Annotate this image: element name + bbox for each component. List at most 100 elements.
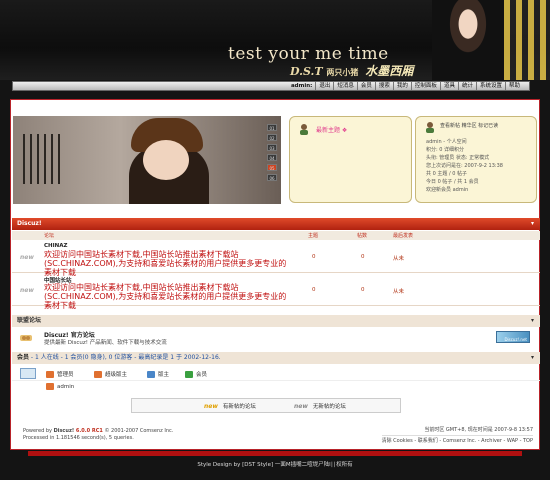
- slideshow-photo-face: [143, 140, 189, 180]
- online-legend: 管理员 超级版主 版主 会员: [12, 366, 540, 380]
- online-user-name[interactable]: admin: [57, 384, 74, 390]
- nav-item-control-panel[interactable]: 控制面板: [410, 82, 440, 90]
- admin-icon: [46, 383, 54, 390]
- user-quick-links[interactable]: 查看新帖 精华区 标记已读: [440, 122, 498, 129]
- user-info-line: 欢迎新会员 admin: [426, 187, 469, 193]
- legend-has-new: new 有新帖的论坛: [204, 402, 256, 411]
- col-forum: 论坛: [44, 233, 55, 239]
- legend-label: 超级版主: [105, 372, 128, 378]
- user-info-lines: admin - 个人空间 积分: 0 详细积分 头衔: 管理员 状态: 正常模式…: [426, 138, 503, 194]
- footer-links[interactable]: 清除 Cookies - 联系我们 - Comsenz Inc. - Archi…: [381, 435, 533, 446]
- nav-item-members[interactable]: 会员: [356, 82, 375, 90]
- slideshow-fence-decoration: [23, 134, 63, 184]
- collapse-icon[interactable]: ▾: [531, 352, 534, 364]
- forum-category-title: Discuz!: [17, 220, 42, 227]
- brand-subtitle: 两只小猪: [326, 67, 359, 77]
- online-title: 会员: [17, 354, 30, 361]
- brand-tagline: test your me time: [228, 44, 389, 64]
- user-info-line[interactable]: admin - 个人空间: [426, 138, 503, 146]
- copyright[interactable]: © 2001-2007 Comsenz Inc.: [103, 428, 173, 434]
- legend-admin: 管理员: [46, 370, 74, 378]
- nav-item-messages[interactable]: 短消息: [333, 82, 357, 90]
- online-header[interactable]: 会员 - 1 人在线 - 1 会员(0 隐身), 0 位游客 - 最高纪录是 1…: [12, 352, 540, 364]
- league-forums-header[interactable]: 联盟论坛 ▾: [12, 315, 540, 327]
- nav-username[interactable]: admin:: [288, 82, 315, 90]
- processed-info: Processed in 1.181546 second(s), 5 queri…: [23, 435, 134, 441]
- forum-last-post: 从未: [393, 289, 405, 295]
- collapse-icon[interactable]: ▾: [531, 218, 534, 230]
- user-avatar-icon: [426, 122, 434, 133]
- brand-name: D.S.T: [290, 65, 323, 78]
- user-info-line: 积分: 0 详细积分: [426, 147, 465, 153]
- league-forums-title: 联盟论坛: [17, 317, 42, 324]
- league-forum-row: Discuz! 官方论坛 提供最新 Discuz! 产品新闻、软件下载与技术交流…: [12, 328, 540, 348]
- legend-label: 管理员: [57, 372, 74, 378]
- forum-description: 欢迎访问中国站长素材下载,中国站长站推出素材下载站(SC.CHINAZ.COM)…: [44, 283, 287, 310]
- legend-mod: 版主: [147, 370, 169, 378]
- league-forum-description: 提供最新 Discuz! 产品新闻、软件下载与技术交流: [44, 340, 167, 346]
- forum-name[interactable]: CHINAZ: [44, 243, 68, 249]
- col-posts: 帖数: [357, 233, 368, 239]
- legend-label: 会员: [196, 372, 208, 378]
- forum-topic-count: 0: [312, 254, 316, 260]
- forum-row: new CHINAZ 欢迎访问中国站长素材下载,中国站长站推出素材下载站(SC.…: [12, 241, 540, 277]
- forum-category-header[interactable]: Discuz! ▾: [12, 218, 540, 230]
- forum-last-post: 从未: [393, 256, 405, 262]
- nav-item-stats[interactable]: 统计: [457, 82, 476, 90]
- slideshow-page-button[interactable]: 06: [267, 174, 277, 181]
- forum-post-count: 0: [361, 287, 365, 293]
- online-user[interactable]: admin: [46, 383, 74, 390]
- forum-status-icon: new: [20, 254, 42, 262]
- handshake-icon: [20, 335, 32, 341]
- online-users: admin: [12, 380, 540, 392]
- legend-member: 会员: [185, 370, 207, 378]
- slideshow-page-button[interactable]: 02: [267, 134, 277, 141]
- forum-description: 欢迎访问中国站长素材下载,中国站长站推出素材下载站(SC.CHINAZ.COM)…: [44, 250, 287, 277]
- collapse-icon[interactable]: ▾: [531, 315, 534, 327]
- nav-item-logout[interactable]: 退出: [315, 82, 333, 90]
- style-credit: Style Design by [DST Style] 一面M插嘴二喧堤ㄕ陆l∣…: [197, 462, 353, 468]
- powered-prefix: Powered by: [23, 428, 54, 434]
- forum-row: new 中国站长站 欢迎访问中国站长素材下载,中国站长站推出素材下载站(SC.C…: [12, 274, 540, 310]
- col-last-post: 最后发表: [393, 233, 414, 239]
- no-new-posts-icon: new: [294, 402, 308, 410]
- slideshow-page-button[interactable]: 04: [267, 154, 277, 161]
- member-icon: [185, 370, 193, 378]
- header-photo: [432, 0, 504, 80]
- legend-has-new-label: 有新帖的论坛: [222, 404, 256, 410]
- user-info-line: 今日 0 帖子 / 共 1 会员: [426, 179, 479, 185]
- brand-flourish: 水墨西厢: [365, 64, 414, 78]
- nav-item-search[interactable]: 搜索: [374, 82, 393, 90]
- slideshow-page-button-active[interactable]: 05: [267, 164, 277, 171]
- league-forum-logo[interactable]: Discuz!.net: [496, 331, 530, 343]
- slideshow[interactable]: 01 02 03 04 05 06: [13, 116, 281, 204]
- user-info-line: 您上次访问是在: 2007-9-2 13:38: [426, 163, 503, 169]
- legend-super-mod: 超级版主: [94, 370, 127, 378]
- powered-version: 6.0.0 RC1: [74, 428, 103, 434]
- slideshow-pager: 01 02 03 04 05 06: [267, 124, 277, 181]
- slideshow-page-button[interactable]: 03: [267, 144, 277, 151]
- nav-item-help[interactable]: 帮助: [504, 82, 523, 90]
- forum-icon-legend: new 有新帖的论坛 new 无新帖的论坛: [131, 398, 401, 413]
- admin-icon: [46, 370, 54, 378]
- moderator-icon: [147, 370, 155, 378]
- footer-time: 当前时区 GMT+8, 现在时间是 2007-9-8 13:57: [424, 427, 533, 433]
- bottom-accent-bar: [28, 451, 522, 456]
- forum-topic-count: 0: [312, 287, 316, 293]
- nav-item-mine[interactable]: 我的: [392, 82, 411, 90]
- latest-topics-box: 最新主题 ❖: [289, 116, 412, 203]
- nav-item-tools[interactable]: 道具: [439, 82, 458, 90]
- legend-no-new-label: 无新帖的论坛: [312, 404, 346, 410]
- powered-link[interactable]: Discuz!: [54, 428, 75, 434]
- user-info-box: 查看新帖 精华区 标记已读 admin - 个人空间 积分: 0 详细积分 头衔…: [415, 116, 537, 203]
- legend-label: 版主: [158, 372, 170, 378]
- main-panel: 01 02 03 04 05 06 最新主题 ❖ 查看新帖 精华区 标记已读 a…: [10, 99, 540, 450]
- forum-status-icon: new: [20, 287, 42, 295]
- brand-logo[interactable]: D.S.T 两只小猪 水墨西厢: [290, 62, 413, 79]
- footer-powered: Powered by Discuz! 6.0.0 RC1 © 2001-2007…: [23, 428, 173, 442]
- latest-topics-title[interactable]: 最新主题 ❖: [316, 125, 347, 134]
- nav-item-system-settings[interactable]: 系统设置: [475, 82, 505, 90]
- slideshow-page-button[interactable]: 01: [267, 124, 277, 131]
- forum-post-count: 0: [361, 254, 365, 260]
- user-info-line: 头衔: 管理员 状态: 正常模式: [426, 155, 490, 161]
